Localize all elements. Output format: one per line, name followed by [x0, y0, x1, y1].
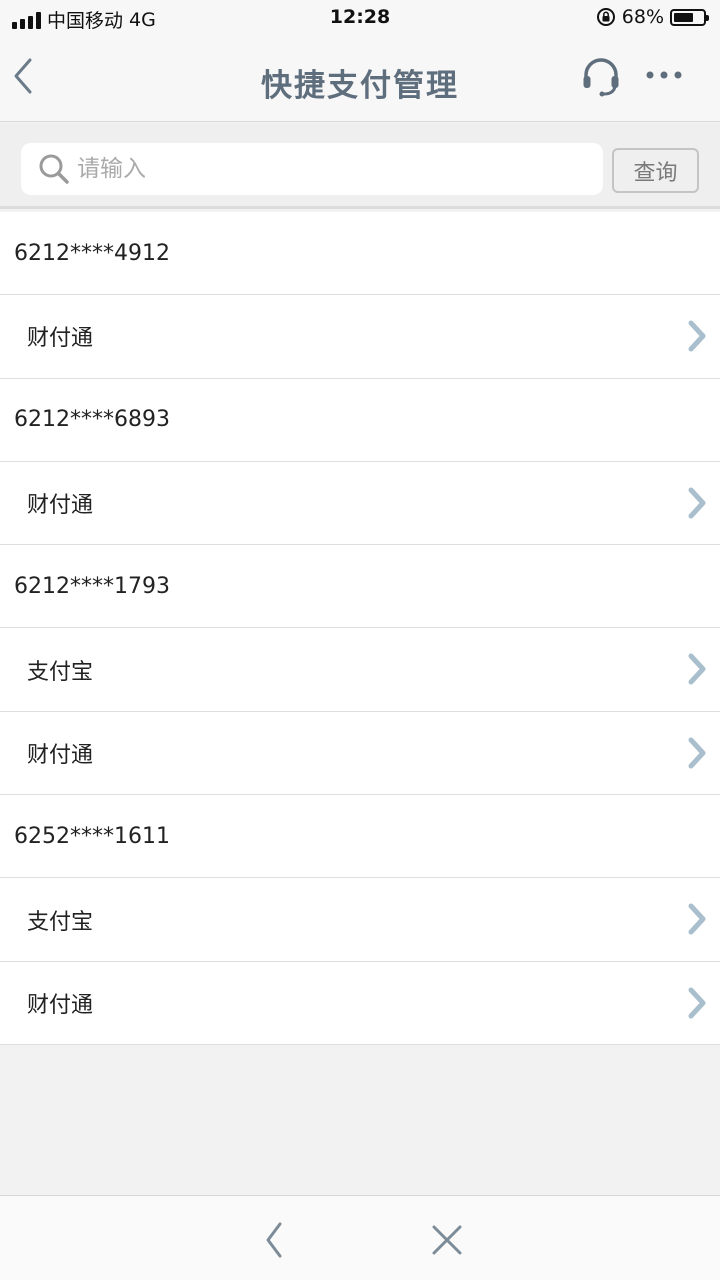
payment-channel-row[interactable]: 财付通	[0, 961, 720, 1045]
bottom-close-button[interactable]	[430, 1223, 464, 1257]
card-number-row: 6212****4912	[0, 212, 720, 296]
search-input[interactable]	[77, 149, 587, 189]
chevron-right-icon	[688, 903, 706, 935]
battery-level	[674, 12, 694, 22]
battery-icon	[670, 8, 709, 26]
chevron-right-icon	[688, 653, 706, 685]
more-button[interactable]	[642, 60, 686, 90]
chevron-right-icon	[688, 320, 706, 352]
card-number: 6212****4912	[14, 240, 170, 266]
orientation-lock-icon	[596, 8, 615, 26]
status-right: 68%	[596, 6, 709, 28]
payment-channel-label: 财付通	[27, 992, 94, 1018]
search-box	[21, 143, 603, 195]
card-number-row: 6212****1793	[0, 545, 720, 629]
payment-channel-label: 财付通	[27, 742, 94, 768]
chevron-left-icon	[266, 1222, 282, 1258]
payment-channel-row[interactable]: 支付宝	[0, 628, 720, 712]
chevron-right-icon	[688, 737, 706, 769]
card-number-row: 6252****1611	[0, 795, 720, 879]
payment-channel-row[interactable]: 财付通	[0, 461, 720, 546]
card-number: 6212****1793	[14, 573, 170, 599]
payment-channel-label: 支付宝	[27, 909, 94, 935]
bottom-toolbar	[0, 1195, 720, 1280]
headset-icon	[583, 58, 619, 97]
payment-channel-row[interactable]: 支付宝	[0, 878, 720, 962]
status-bar: 中国移动 4G 12:28 68%	[0, 0, 720, 34]
payment-channel-row[interactable]: 财付通	[0, 711, 720, 796]
close-icon	[432, 1225, 462, 1255]
bottom-back-button[interactable]	[258, 1220, 292, 1260]
payment-channel-label: 财付通	[27, 493, 94, 519]
nav-bar: 快捷支付管理	[0, 34, 720, 122]
chevron-right-icon	[688, 987, 706, 1019]
payment-channel-row[interactable]: 财付通	[0, 295, 720, 379]
payment-channel-label: 财付通	[27, 326, 94, 352]
card-number: 6212****6893	[14, 407, 170, 433]
quick-pay-list: 6212****4912 财付通 6212****6893 财付通 6212****17…	[0, 212, 720, 1045]
search-button[interactable]: 查询	[612, 148, 699, 193]
card-number: 6252****1611	[14, 823, 170, 849]
search-icon	[39, 154, 69, 184]
chevron-right-icon	[688, 487, 706, 519]
search-area: 查询	[0, 123, 720, 209]
battery-percent: 68%	[621, 6, 664, 28]
payment-channel-label: 支付宝	[27, 659, 94, 685]
card-number-row: 6212****6893	[0, 378, 720, 462]
ellipsis-icon	[646, 71, 682, 79]
customer-service-button[interactable]	[580, 56, 622, 100]
